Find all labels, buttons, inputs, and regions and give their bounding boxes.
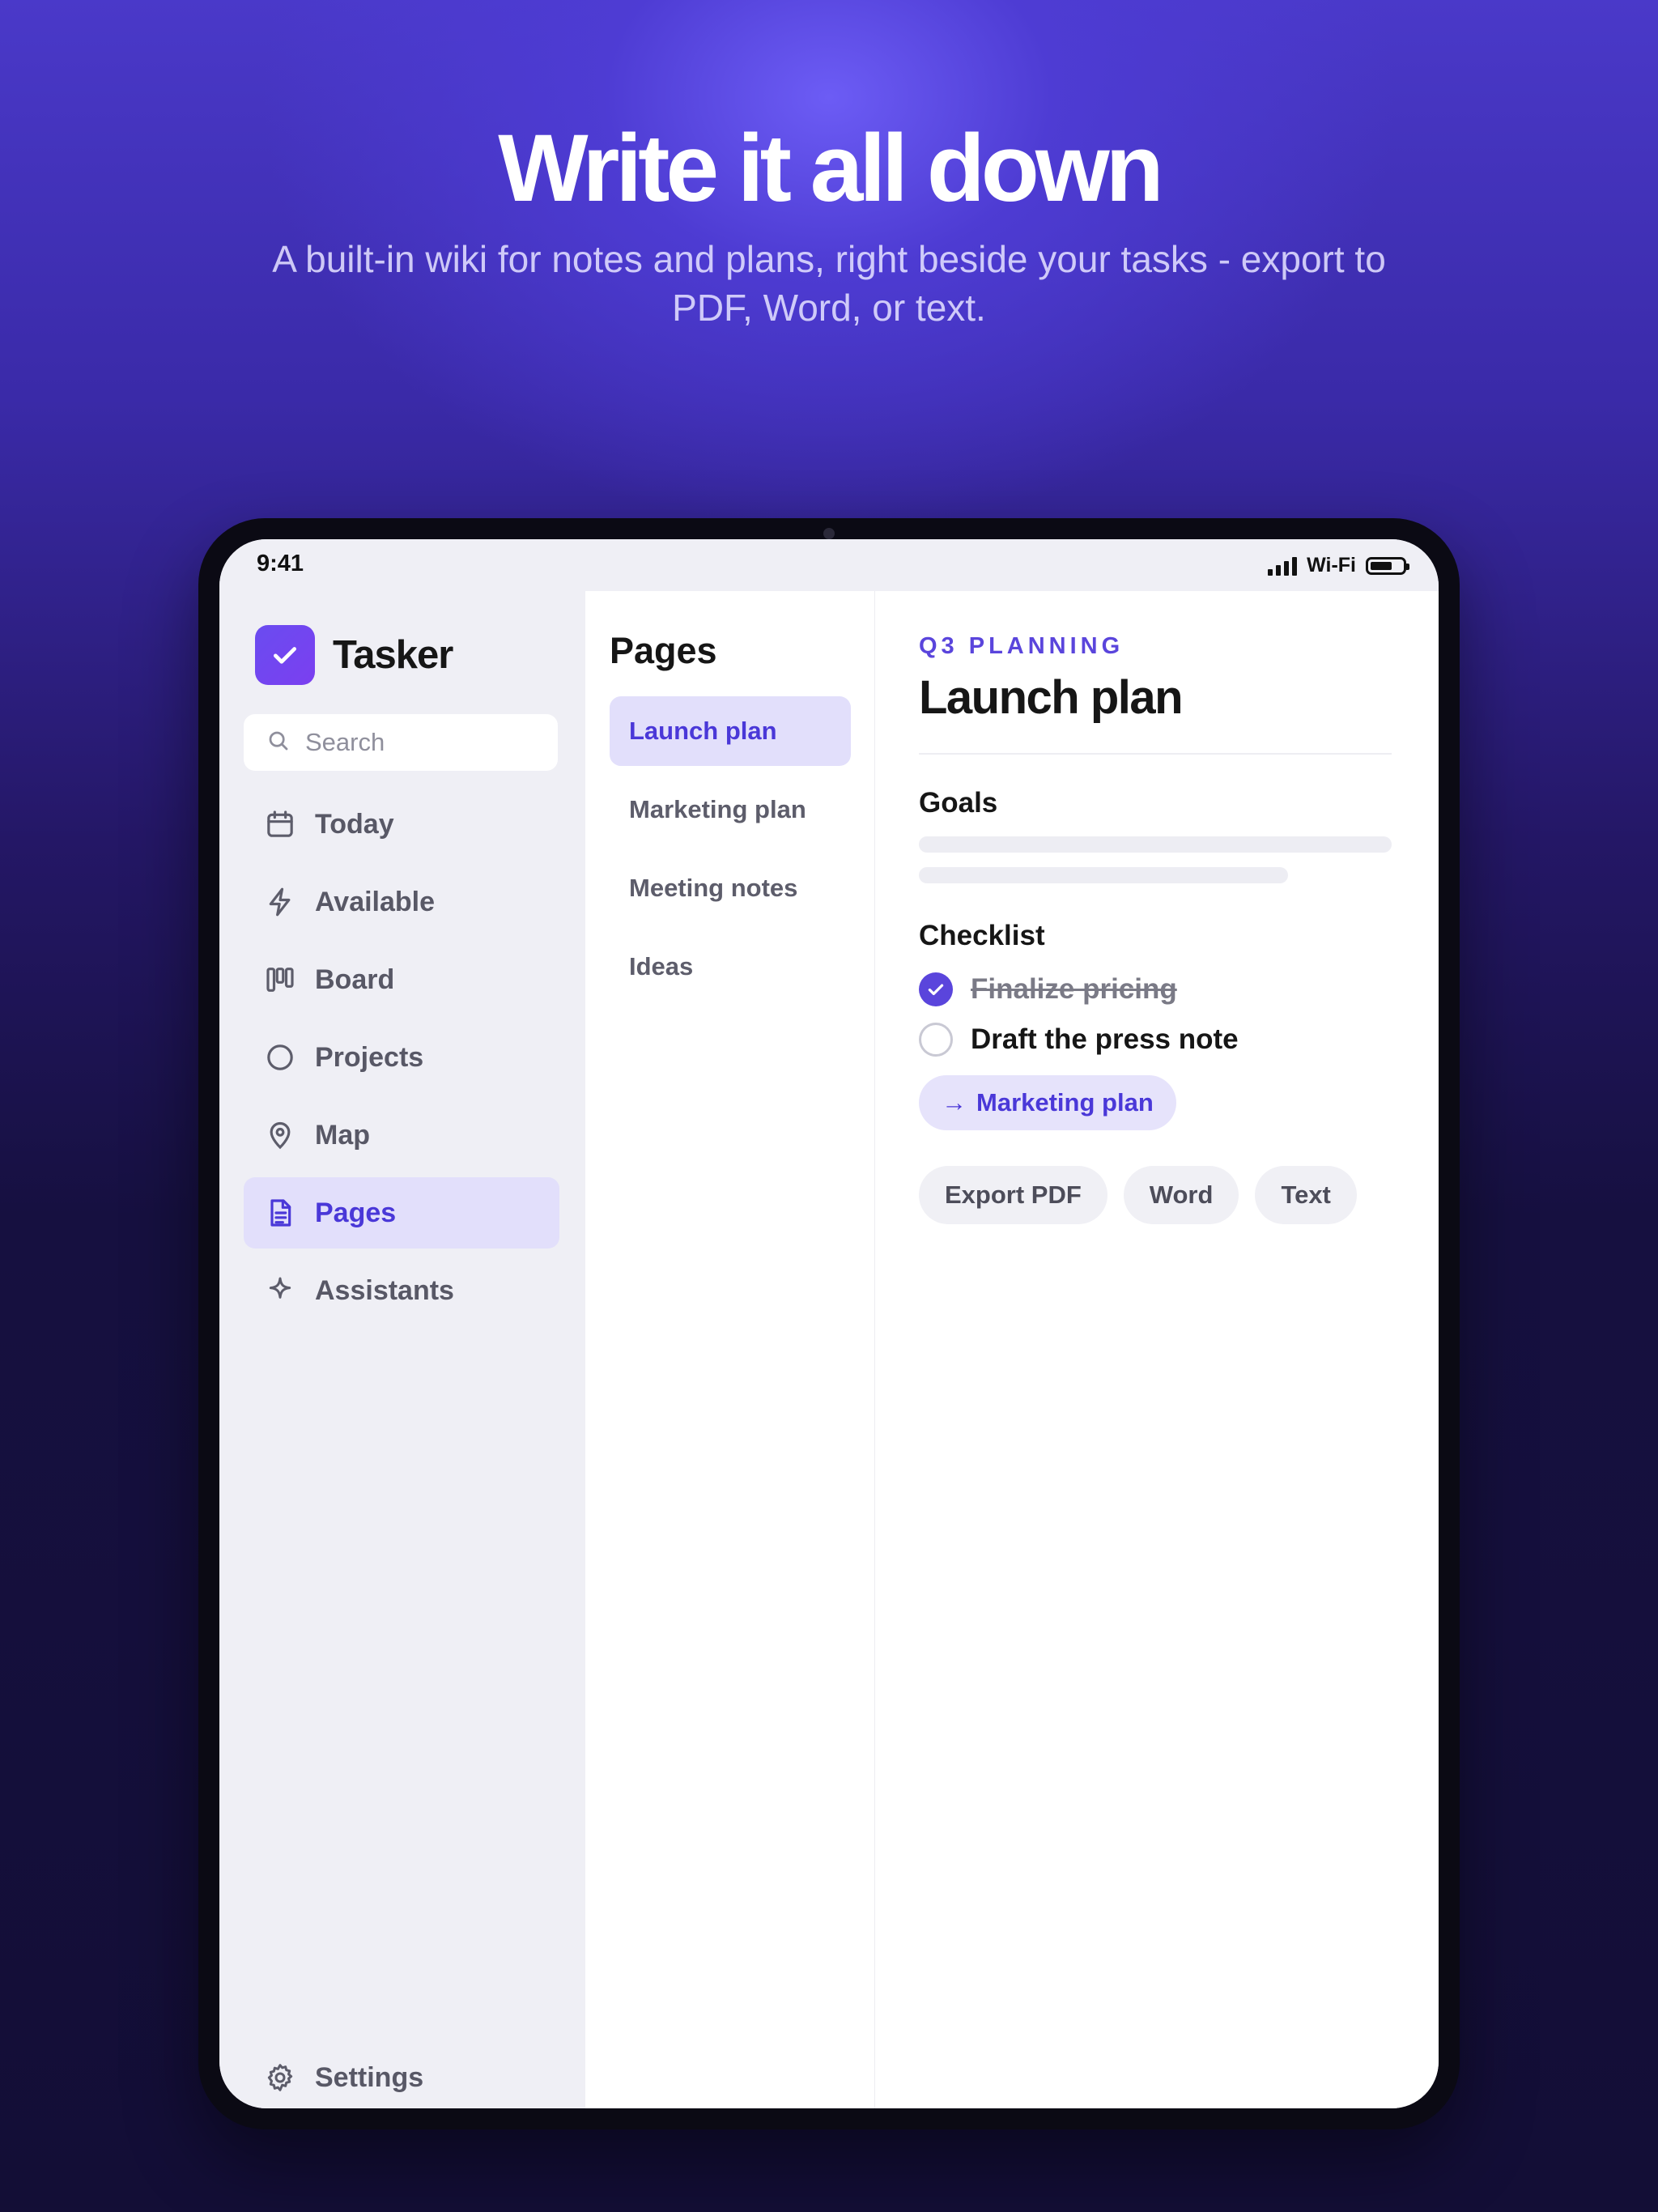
arrow-right-icon: → xyxy=(942,1088,967,1117)
calendar-icon xyxy=(263,807,297,841)
page-item-ideas[interactable]: Ideas xyxy=(610,932,851,1002)
checklist-item-text[interactable]: Draft the press note xyxy=(971,1023,1239,1056)
page-item-marketing-plan[interactable]: Marketing plan xyxy=(610,775,851,844)
title-divider xyxy=(919,753,1392,755)
signal-icon xyxy=(1268,556,1298,576)
sidebar-item-map[interactable]: Map xyxy=(244,1100,559,1171)
app-screen: 9:41 Wi-Fi Tasker Search Today Available… xyxy=(219,539,1439,2108)
sidebar: Tasker Today Av xyxy=(219,591,585,2108)
sidebar-item-label: Projects xyxy=(315,1041,424,1073)
sidebar-item-board[interactable]: Board xyxy=(244,944,559,1015)
sidebar-item-label: Today xyxy=(315,808,394,840)
sidebar-item-projects[interactable]: Projects xyxy=(244,1022,559,1093)
sidebar-item-pages[interactable]: Pages xyxy=(244,1177,559,1249)
sidebar-item-settings[interactable]: Settings xyxy=(244,2042,559,2108)
gear-icon xyxy=(263,2061,297,2095)
hero-title: Write it all down xyxy=(498,115,1164,222)
map-pin-icon xyxy=(263,1118,297,1152)
text-placeholder-line xyxy=(919,836,1392,853)
hero-subtitle: A built-in wiki for notes and plans, rig… xyxy=(272,238,1386,329)
checklist-item-text[interactable]: Finalize pricing xyxy=(971,973,1177,1006)
page-item-launch-plan[interactable]: Launch plan xyxy=(610,696,851,766)
lightning-icon xyxy=(263,885,297,919)
text-placeholder-line xyxy=(919,867,1288,883)
board-icon xyxy=(263,963,297,997)
circle-icon xyxy=(263,1040,297,1074)
front-camera xyxy=(823,528,835,539)
checkbox-checked[interactable] xyxy=(919,972,953,1006)
document-category: Q3 PLANNING xyxy=(919,633,1124,659)
page-list: Launch plan Marketing plan Meeting notes… xyxy=(610,696,851,1010)
sidebar-nav: Today Available Board Projects Map Pages… xyxy=(244,789,559,1333)
sidebar-item-label: Board xyxy=(315,963,395,995)
app-name: Tasker xyxy=(333,633,453,677)
sidebar-item-label: Map xyxy=(315,1119,370,1151)
page-link-chip[interactable]: → Marketing plan xyxy=(919,1075,1176,1130)
checklist-item: Finalize pricing xyxy=(919,972,1239,1007)
pages-panel: Pages Launch plan Marketing plan Meeting… xyxy=(585,591,875,2108)
search-box[interactable] xyxy=(244,714,558,771)
sidebar-item-label: Assistants xyxy=(315,1274,454,1306)
sidebar-item-label: Settings xyxy=(315,2061,424,2093)
search-icon xyxy=(266,729,291,757)
document-editor: Q3 PLANNING Launch plan Goals Checklist … xyxy=(875,591,1439,2108)
sidebar-item-today[interactable]: Today xyxy=(244,789,559,860)
sidebar-item-available[interactable]: Available xyxy=(244,866,559,938)
export-actions: Export PDF Word Text xyxy=(919,1166,1357,1224)
checkbox-unchecked[interactable] xyxy=(919,1023,953,1057)
document-icon xyxy=(263,1196,297,1230)
export-text-button[interactable]: Text xyxy=(1255,1166,1357,1224)
checklist: Finalize pricing Draft the press note xyxy=(919,972,1239,1072)
goals-heading: Goals xyxy=(919,787,998,819)
checklist-heading: Checklist xyxy=(919,920,1045,951)
export-word-button[interactable]: Word xyxy=(1123,1166,1239,1224)
pages-heading: Pages xyxy=(610,630,717,671)
wifi-label: Wi-Fi xyxy=(1307,554,1356,576)
checklist-item: Draft the press note xyxy=(919,1022,1239,1057)
search-input[interactable] xyxy=(305,728,548,757)
app-logo-icon xyxy=(255,625,315,685)
status-time: 9:41 xyxy=(257,551,304,576)
page-item-meeting-notes[interactable]: Meeting notes xyxy=(610,853,851,923)
document-title[interactable]: Launch plan xyxy=(919,670,1184,725)
tablet-frame: 9:41 Wi-Fi Tasker Search Today Available… xyxy=(198,518,1460,2129)
sparkle-icon xyxy=(263,1274,297,1308)
battery-icon xyxy=(1366,556,1409,575)
export-pdf-button[interactable]: Export PDF xyxy=(919,1166,1107,1224)
sidebar-item-label: Pages xyxy=(315,1197,397,1228)
page-link-label: Marketing plan xyxy=(976,1088,1154,1117)
sidebar-item-label: Available xyxy=(315,886,436,917)
status-bar: 9:41 Wi-Fi xyxy=(219,539,1439,591)
sidebar-item-assistants[interactable]: Assistants xyxy=(244,1255,559,1326)
brand: Tasker xyxy=(255,625,453,685)
